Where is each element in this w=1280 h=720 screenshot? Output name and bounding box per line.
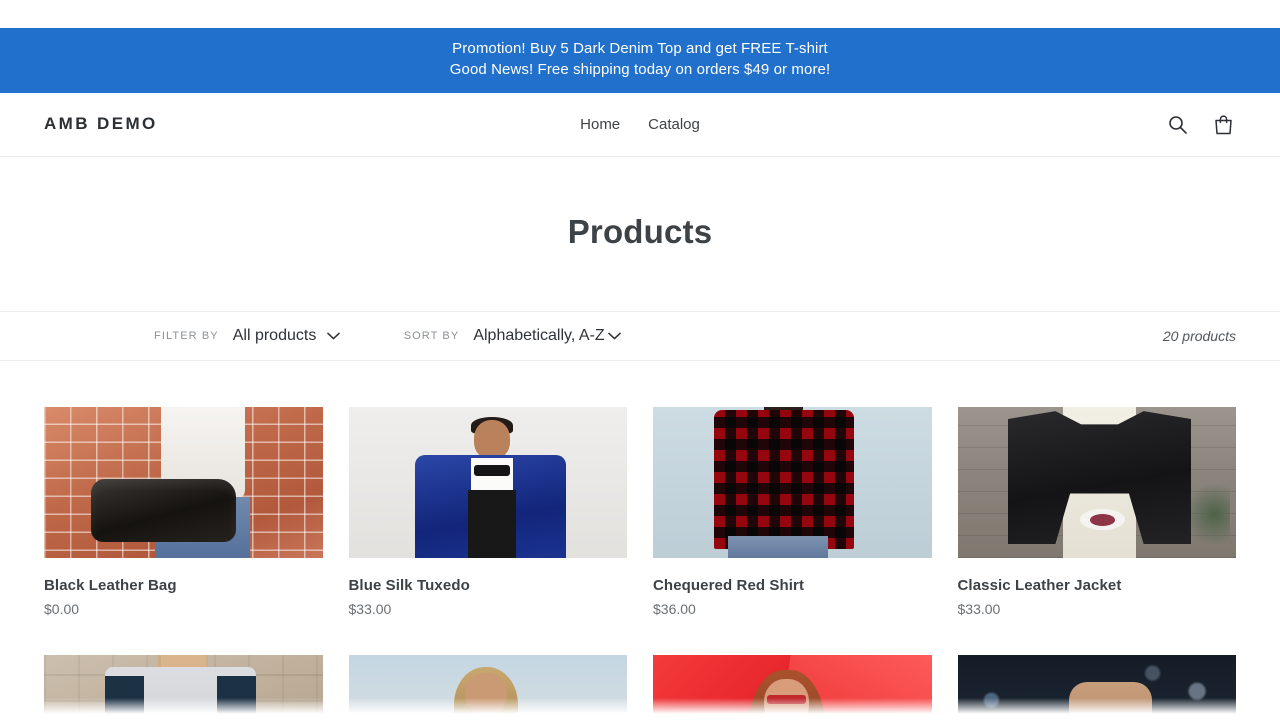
page-title-section: Products [0, 157, 1280, 311]
product-card[interactable]: Chequered Red Shirt $36.00 [653, 406, 932, 617]
product-card[interactable] [653, 654, 932, 720]
search-icon[interactable] [1164, 111, 1190, 137]
product-title: Chequered Red Shirt [653, 576, 805, 594]
sort-by-group: Sort by Alphabetically, A-Z [404, 327, 622, 345]
product-grid-section: Black Leather Bag $0.00 Blue Silk Tuxedo… [0, 361, 1280, 720]
product-image[interactable] [348, 654, 627, 720]
announcement-line-2: Good News! Free shipping today on orders… [449, 61, 831, 79]
site-header: AMB DEMO Home Catalog [0, 92, 1280, 157]
product-card[interactable] [348, 654, 627, 720]
filter-by-group: Filter by All products [154, 327, 340, 345]
announcement-line-1: Promotion! Buy 5 Dark Denim Top and get … [452, 40, 828, 57]
product-card[interactable] [44, 654, 323, 720]
page-root: Promotion! Buy 5 Dark Denim Top and get … [0, 0, 1280, 720]
product-image[interactable] [957, 654, 1236, 720]
filter-by-select[interactable]: All products [233, 327, 340, 345]
product-card[interactable]: Blue Silk Tuxedo $33.00 [348, 406, 627, 617]
product-image[interactable] [957, 406, 1236, 558]
site-logo[interactable]: AMB DEMO [44, 114, 158, 134]
product-grid: Black Leather Bag $0.00 Blue Silk Tuxedo… [44, 406, 1236, 720]
product-price: $0.00 [44, 600, 80, 617]
product-card[interactable] [957, 654, 1236, 720]
product-title: Black Leather Bag [44, 576, 177, 594]
product-count: 20 products [1162, 327, 1236, 344]
nav-link-home[interactable]: Home [580, 116, 620, 133]
product-price: $36.00 [653, 600, 696, 617]
main-navigation: Home Catalog [580, 116, 700, 133]
sort-by-value: Alphabetically, A-Z [473, 326, 605, 344]
product-card[interactable]: Classic Leather Jacket $33.00 [957, 406, 1236, 617]
product-card[interactable]: Black Leather Bag $0.00 [44, 406, 323, 617]
filter-by-value: All products [232, 326, 317, 344]
product-title: Classic Leather Jacket [957, 576, 1122, 594]
nav-link-catalog[interactable]: Catalog [648, 116, 700, 133]
product-title: Blue Silk Tuxedo [348, 576, 470, 594]
chevron-down-icon [326, 332, 340, 340]
page-title: Products [567, 212, 713, 250]
sort-by-label: Sort by [403, 329, 460, 342]
filter-by-label: Filter by [154, 329, 219, 342]
chevron-down-icon [608, 332, 622, 340]
product-image[interactable] [44, 654, 323, 720]
product-image[interactable] [653, 406, 932, 558]
product-image[interactable] [348, 406, 627, 558]
cart-icon[interactable] [1210, 111, 1236, 137]
toolbar-controls: Filter by All products Sort by Alphabeti… [154, 327, 622, 345]
product-price: $33.00 [957, 600, 1001, 617]
header-icons [1164, 111, 1236, 137]
top-spacer [0, 0, 1280, 28]
product-image[interactable] [653, 654, 932, 720]
sort-by-select[interactable]: Alphabetically, A-Z [473, 326, 622, 345]
product-image[interactable] [44, 406, 323, 558]
product-price: $33.00 [348, 600, 392, 617]
filter-sort-toolbar: Filter by All products Sort by Alphabeti… [0, 310, 1280, 361]
announcement-banner: Promotion! Buy 5 Dark Denim Top and get … [0, 28, 1280, 93]
